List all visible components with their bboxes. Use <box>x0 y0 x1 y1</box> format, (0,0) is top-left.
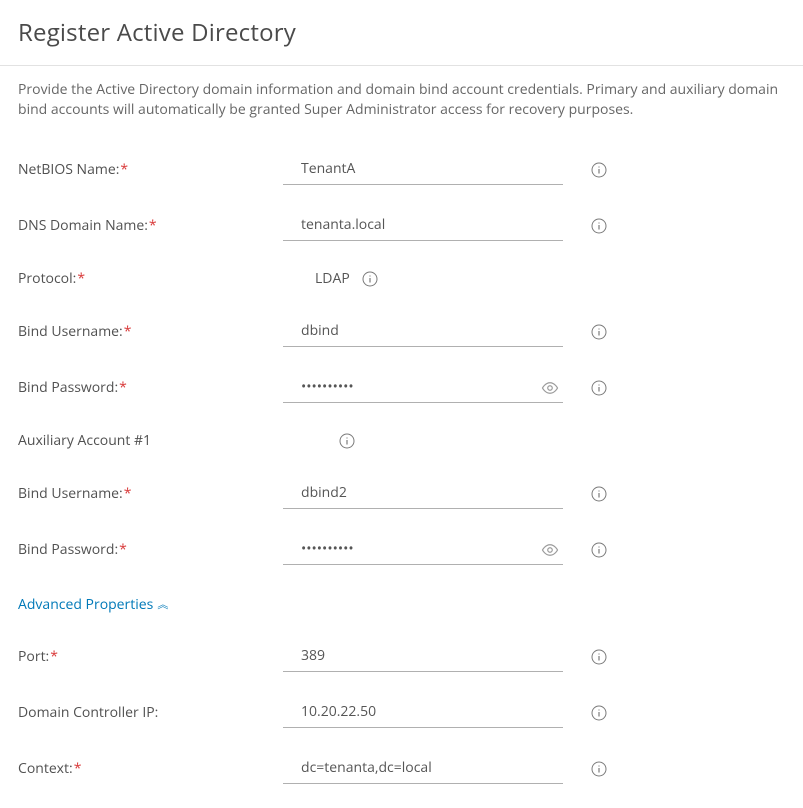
protocol-text: LDAP <box>315 269 350 288</box>
row-context: Context:* <box>18 754 785 784</box>
info-icon[interactable] <box>591 162 607 178</box>
eye-icon[interactable] <box>541 541 559 559</box>
bind-user-2-input[interactable] <box>283 479 563 509</box>
label-context: Context:* <box>18 759 283 778</box>
info-icon[interactable] <box>591 218 607 234</box>
label-bind-pass-1: Bind Password:* <box>18 378 283 397</box>
label-netbios-text: NetBIOS Name: <box>18 160 119 179</box>
label-bind-user-2-text: Bind Username: <box>18 484 123 503</box>
row-port: Port:* <box>18 642 785 672</box>
info-icon[interactable] <box>591 761 607 777</box>
row-bind-pass-2: Bind Password:* <box>18 535 785 565</box>
label-protocol: Protocol:* <box>18 269 283 288</box>
label-dns: DNS Domain Name:* <box>18 216 283 235</box>
info-icon[interactable] <box>362 271 378 287</box>
row-aux-account: Auxiliary Account #1 <box>18 429 785 453</box>
bind-pass-1-input[interactable] <box>283 373 563 403</box>
label-netbios: NetBIOS Name:* <box>18 160 283 179</box>
bind-pass-2-input[interactable] <box>283 535 563 565</box>
dns-input[interactable] <box>283 211 563 241</box>
advanced-properties-label: Advanced Properties <box>18 595 153 614</box>
required-marker: * <box>77 269 85 288</box>
label-bind-pass-2: Bind Password:* <box>18 540 283 559</box>
row-bind-user-1: Bind Username:* <box>18 317 785 347</box>
required-marker: * <box>74 759 82 778</box>
info-icon[interactable] <box>591 542 607 558</box>
context-input[interactable] <box>283 754 563 784</box>
required-marker: * <box>120 160 128 179</box>
label-bind-pass-1-text: Bind Password: <box>18 378 118 397</box>
page-title: Register Active Directory <box>18 16 785 49</box>
protocol-value: LDAP <box>283 269 378 288</box>
label-aux-account: Auxiliary Account #1 <box>18 431 283 450</box>
required-marker: * <box>119 378 127 397</box>
dc-ip-input[interactable] <box>283 698 563 728</box>
label-protocol-text: Protocol: <box>18 269 76 288</box>
info-icon[interactable] <box>591 380 607 396</box>
info-icon[interactable] <box>339 433 355 449</box>
label-port-text: Port: <box>18 647 49 666</box>
description-text: Provide the Active Directory domain info… <box>18 80 785 121</box>
eye-icon[interactable] <box>541 379 559 397</box>
advanced-properties-toggle[interactable]: Advanced Properties ︽ <box>18 595 165 614</box>
label-bind-user-2: Bind Username:* <box>18 484 283 503</box>
label-context-text: Context: <box>18 759 73 778</box>
label-port: Port:* <box>18 647 283 666</box>
divider <box>0 65 803 66</box>
row-dc-ip: Domain Controller IP: <box>18 698 785 728</box>
port-input[interactable] <box>283 642 563 672</box>
label-bind-user-1-text: Bind Username: <box>18 322 123 341</box>
info-icon[interactable] <box>591 486 607 502</box>
required-marker: * <box>119 540 127 559</box>
row-bind-user-2: Bind Username:* <box>18 479 785 509</box>
label-dns-text: DNS Domain Name: <box>18 216 148 235</box>
label-dc-ip: Domain Controller IP: <box>18 703 283 722</box>
info-icon[interactable] <box>591 324 607 340</box>
row-bind-pass-1: Bind Password:* <box>18 373 785 403</box>
chevron-up-icon: ︽ <box>157 596 165 612</box>
required-marker: * <box>149 216 157 235</box>
netbios-input[interactable] <box>283 155 563 185</box>
bind-user-1-input[interactable] <box>283 317 563 347</box>
label-bind-user-1: Bind Username:* <box>18 322 283 341</box>
label-dc-ip-text: Domain Controller IP: <box>18 703 158 722</box>
label-aux-account-text: Auxiliary Account #1 <box>18 431 151 450</box>
row-dns: DNS Domain Name:* <box>18 211 785 241</box>
required-marker: * <box>124 322 132 341</box>
row-netbios: NetBIOS Name:* <box>18 155 785 185</box>
label-bind-pass-2-text: Bind Password: <box>18 540 118 559</box>
required-marker: * <box>50 647 58 666</box>
info-icon[interactable] <box>591 705 607 721</box>
row-protocol: Protocol:* LDAP <box>18 267 785 291</box>
required-marker: * <box>124 484 132 503</box>
info-icon[interactable] <box>591 649 607 665</box>
